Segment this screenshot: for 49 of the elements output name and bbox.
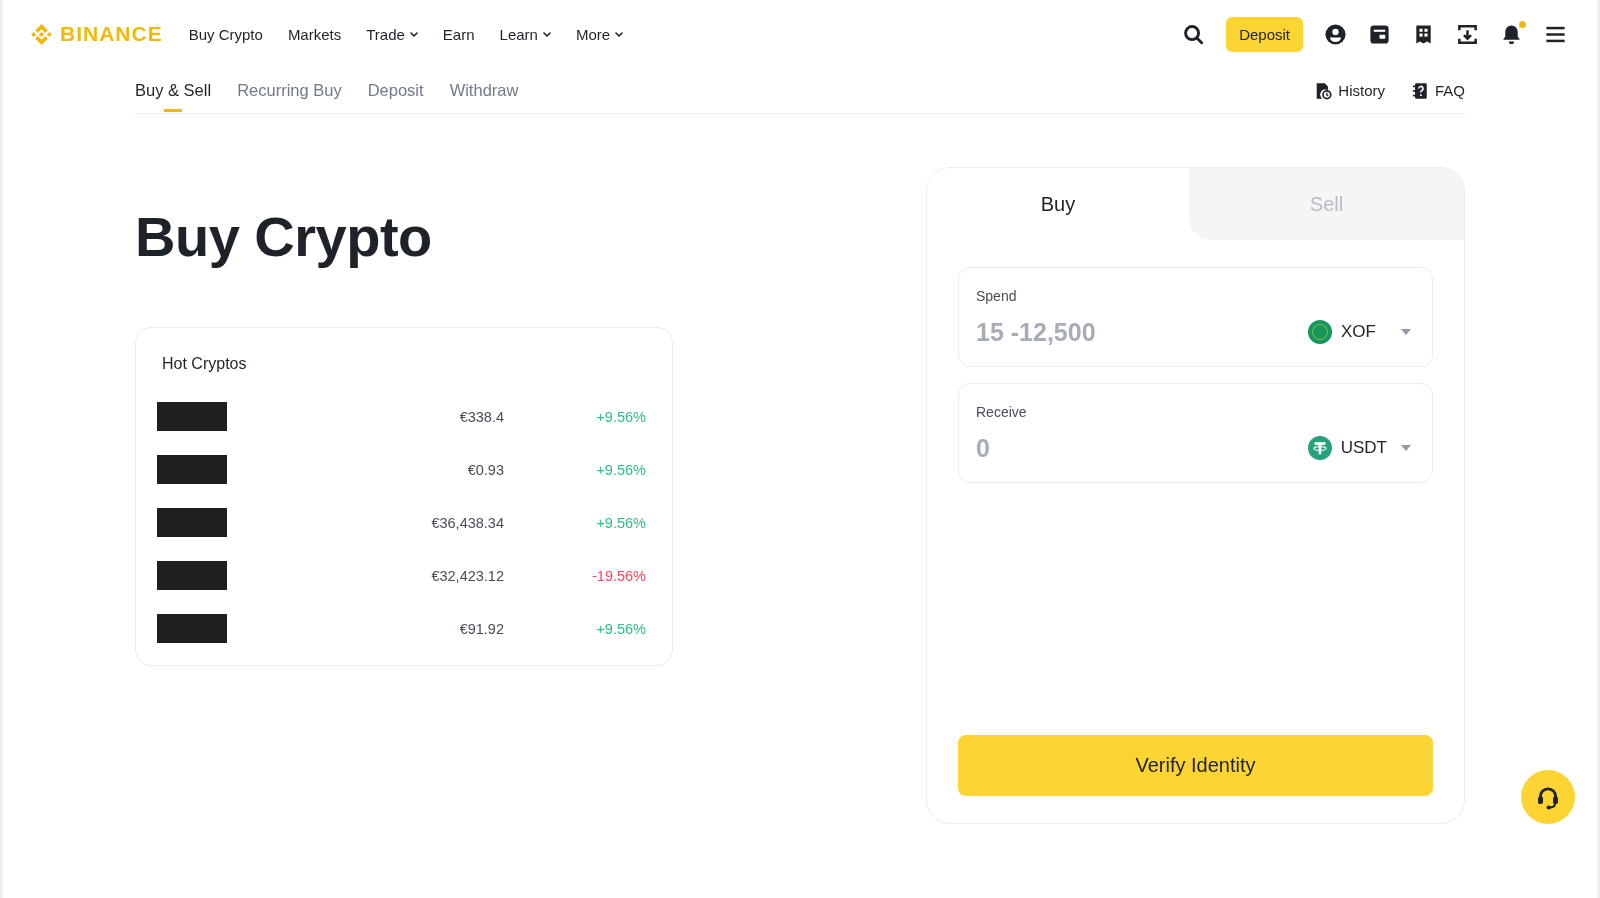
amount-field[interactable]: Receive 0 USDT <box>958 383 1433 483</box>
nav-link[interactable]: Learn <box>499 25 551 43</box>
redaction-block <box>157 455 227 484</box>
change-text: +9.56% <box>596 461 646 478</box>
document-clock-icon <box>1314 81 1333 100</box>
redaction-block <box>157 614 227 643</box>
redaction-block <box>157 561 227 590</box>
card-title: Hot Cryptos <box>161 354 248 374</box>
nav-link[interactable]: Trade <box>366 25 418 43</box>
change-text: +9.56% <box>596 514 646 531</box>
change-text: -19.56% <box>592 567 646 584</box>
field-label: Spend <box>976 287 1017 306</box>
nav-link[interactable]: Buy Crypto <box>188 25 263 43</box>
price-text: €32,423.12 <box>431 567 504 584</box>
nav-link[interactable]: Markets <box>287 25 342 43</box>
user-icon[interactable] <box>1324 22 1347 46</box>
coin-icon <box>1308 320 1332 344</box>
coin-icon <box>1307 436 1332 460</box>
change-text: +9.56% <box>596 408 646 425</box>
redaction-block <box>157 402 227 431</box>
support-button[interactable] <box>1521 770 1575 824</box>
redaction-block <box>157 508 227 537</box>
price-text: €338.4 <box>459 408 504 425</box>
deposit-button[interactable]: Deposit <box>1226 16 1303 52</box>
currency-selector[interactable]: USDT <box>1307 436 1411 460</box>
verify-button[interactable]: Verify Identity <box>958 735 1433 796</box>
wallet-icon[interactable] <box>1368 22 1391 46</box>
search-icon[interactable] <box>1182 22 1206 46</box>
currency-selector[interactable]: XOF <box>1308 320 1411 344</box>
faq-link[interactable]: FAQ <box>1411 81 1465 100</box>
help-book-icon <box>1411 81 1429 100</box>
caret-icon <box>1401 445 1411 451</box>
nav-link[interactable]: Earn <box>442 25 475 43</box>
tab[interactable]: Deposit <box>367 68 424 113</box>
tab[interactable]: Withdraw <box>449 68 519 113</box>
price-text: €0.93 <box>467 461 504 478</box>
price-text: €36,438.34 <box>431 514 504 531</box>
nav-link[interactable]: More <box>575 25 624 43</box>
change-text: +9.56% <box>596 620 646 637</box>
bell-icon[interactable] <box>1500 22 1523 46</box>
logo-icon <box>29 21 54 47</box>
field-label: Receive <box>976 403 1027 422</box>
page-title: Buy Crypto <box>135 204 433 270</box>
price-text: €91.92 <box>459 620 504 637</box>
download-icon[interactable] <box>1456 22 1479 46</box>
caret-icon <box>1401 329 1411 335</box>
history-link[interactable]: History <box>1314 81 1385 100</box>
tab[interactable]: Recurring Buy <box>237 68 342 113</box>
amount-field[interactable]: Spend 15 -12,500 XOF <box>958 267 1433 367</box>
